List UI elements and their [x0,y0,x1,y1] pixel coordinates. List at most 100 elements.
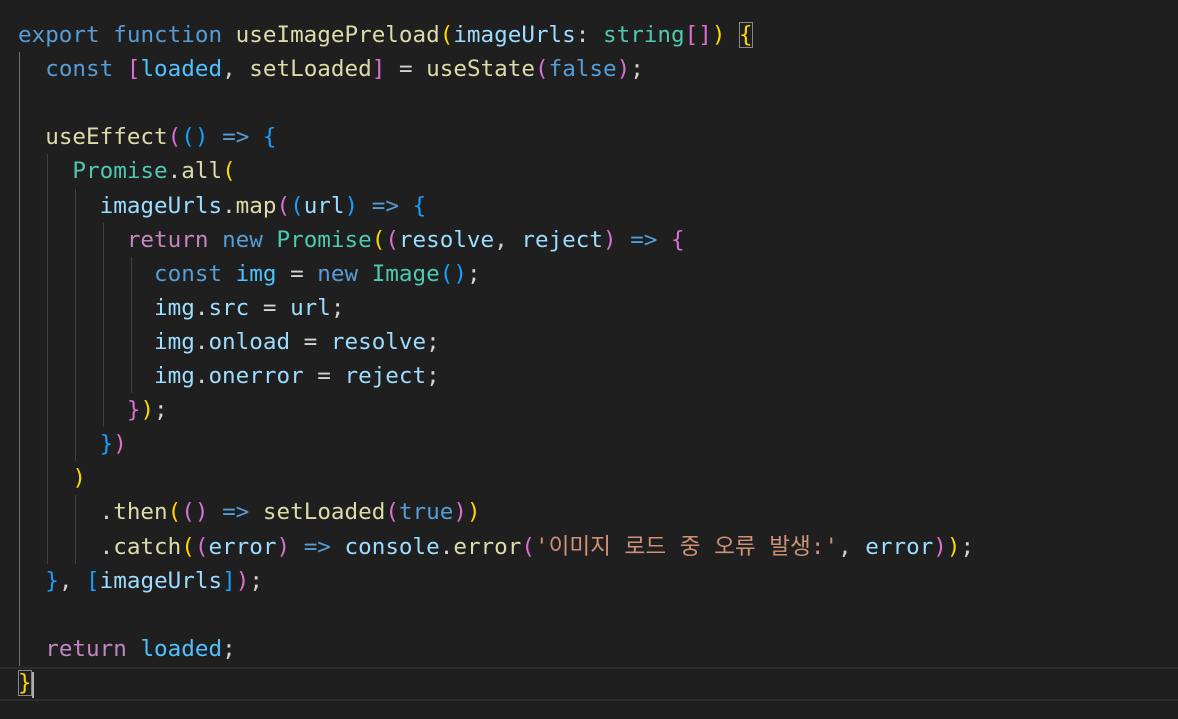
code-token: => [303,533,331,560]
code-token: , [58,567,87,594]
code-token: useEffect [45,124,168,151]
code-token: ( [276,192,291,219]
code-token: . [222,192,236,219]
code-token: ( [167,499,182,526]
code-token: => [371,192,399,219]
code-line: .then(() => setLoaded(true)) [18,495,481,529]
code-token: Image [371,260,440,287]
code-editor[interactable]: export function useImagePreload(imageUrl… [0,0,1178,719]
code-line: .catch((error) => console.error('이미지 로드 … [18,530,975,564]
code-token: resolve [330,328,427,355]
code-token: then [113,499,168,526]
code-token: ) [711,22,726,48]
code-line: } [18,666,32,700]
code-line: export function useImagePreload(imageUrl… [18,18,753,52]
code-line: const img = new Image(); [18,257,481,291]
code-token: ) [344,192,359,219]
code-token: => [222,499,250,526]
code-token: ) [276,533,291,560]
code-token: ; [960,533,975,560]
code-token: ( [290,192,304,219]
code-token: ) [72,465,87,492]
code-token: { [262,124,277,151]
code-token: ( [167,124,182,151]
code-token: => [630,226,658,253]
code-token: . [194,294,209,321]
code-token: all [181,158,223,185]
code-token: = [385,56,427,83]
code-token: true [398,499,454,526]
code-token: . [439,533,454,560]
code-token: ( [385,499,399,526]
code-token: catch [113,533,182,560]
code-token: setLoaded [262,499,386,526]
code-token: ) [602,226,617,253]
code-token: '이미지 로드 중 오류 발생:' [534,533,839,560]
code-token: . [167,158,182,185]
code-token: ( [194,533,209,560]
code-token: => [222,124,250,151]
code-token: { [671,226,685,253]
code-token: return [45,635,127,662]
code-token: url [290,294,331,321]
code-token: img [154,294,195,321]
code-line: imageUrls.map((url) => { [18,189,427,223]
code-token: ( [181,533,195,560]
code-token: ] [222,567,236,594]
code-line: Promise.all( [18,154,236,188]
code-token: () [439,260,467,287]
code-token: new [222,226,263,253]
code-token: ( [222,158,236,185]
code-token: } [99,431,114,458]
code-token: ] [371,56,386,83]
code-line: useEffect(() => { [18,120,277,154]
code-token: ; [330,294,345,321]
code-token: ; [466,260,481,287]
code-token: . [194,328,209,355]
code-token: ) [946,533,961,560]
code-token: onerror [208,363,304,389]
code-token: } [18,669,32,696]
code-line: return loaded; [18,632,236,666]
code-token: ) [466,499,481,526]
code-token: [ [126,56,141,83]
code-token: error [453,533,522,560]
code-token: error [208,533,277,560]
code-token: : [575,22,603,48]
code-token: ( [371,226,386,253]
code-token: { [412,192,427,219]
code-token: , [494,226,522,253]
code-token: ; [426,363,440,389]
code-token: [ [86,567,100,594]
code-line: return new Promise((resolve, reject) => … [18,223,685,257]
code-token: = [290,328,331,355]
code-token: () [181,124,209,151]
code-token: ; [426,328,440,355]
code-token: ) [453,499,467,526]
code-token: ) [933,533,947,560]
code-token: ; [630,56,644,83]
code-token: export [18,22,100,48]
code-token: Promise [276,226,372,253]
code-token: setLoaded [249,56,372,83]
code-token: { [739,22,753,48]
code-token: reject [521,226,603,253]
code-token: . [18,533,114,560]
code-token: const [45,56,114,83]
code-token: ; [222,635,236,662]
code-token: img [154,328,195,355]
